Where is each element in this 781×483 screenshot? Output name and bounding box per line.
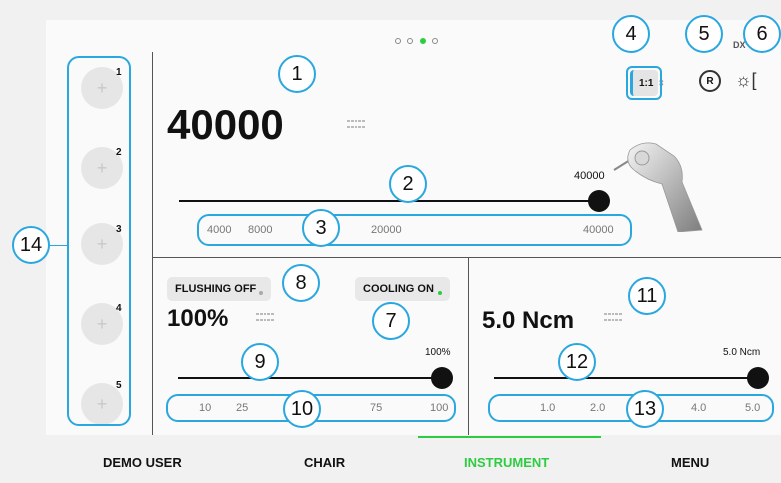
callout-4: 4 xyxy=(612,15,650,53)
pager-dot-1[interactable] xyxy=(395,38,401,44)
speed-max-label: 40000 xyxy=(574,170,605,182)
callout-3: 3 xyxy=(302,209,340,247)
flushing-value[interactable]: 100% xyxy=(167,305,228,333)
divider-left xyxy=(152,52,153,435)
torque-slider-track[interactable] xyxy=(494,377,759,379)
speed-slider-track[interactable] xyxy=(179,200,599,202)
light-icon[interactable]: ☼[ xyxy=(735,70,757,91)
divider-middle xyxy=(152,257,781,258)
torque-max-label: 5.0 Ncm xyxy=(723,347,761,358)
pager-dot-4[interactable] xyxy=(432,38,438,44)
cooling-status-dot xyxy=(437,291,442,295)
callout-6: 6 xyxy=(743,15,781,53)
rotation-reverse-icon[interactable]: R xyxy=(699,70,721,92)
nav-menu[interactable]: MENU xyxy=(671,455,709,470)
divider-center xyxy=(468,257,469,435)
speed-slider-knob[interactable] xyxy=(588,190,610,212)
callout-9: 9 xyxy=(241,343,279,381)
flushing-slider-track[interactable] xyxy=(178,377,443,379)
callout-5: 5 xyxy=(685,15,723,53)
torque-value[interactable]: 5.0 Ncm xyxy=(482,307,574,335)
nav-chair[interactable]: CHAIR xyxy=(304,455,345,470)
nav-demo-user[interactable]: DEMO USER xyxy=(103,455,182,470)
callout-14-connector xyxy=(50,245,67,246)
callout-12: 12 xyxy=(558,343,596,381)
callout-11: 11 xyxy=(628,277,666,315)
nav-instrument[interactable]: INSTRUMENT xyxy=(464,455,549,470)
keyboard-icon[interactable] xyxy=(347,120,365,130)
handpiece-image xyxy=(613,142,703,232)
cooling-toggle[interactable]: COOLING ON xyxy=(355,277,450,301)
callout-1: 1 xyxy=(278,55,316,93)
pager-dot-3[interactable] xyxy=(420,38,426,44)
speed-value[interactable]: 40000 xyxy=(167,101,284,149)
torque-slider-knob[interactable] xyxy=(747,367,769,389)
speed-scale-highlight xyxy=(197,214,632,246)
flushing-max-label: 100% xyxy=(425,347,451,358)
ratio-highlight xyxy=(626,66,662,100)
nav-active-indicator xyxy=(418,436,601,438)
callout-14: 14 xyxy=(12,226,50,264)
keyboard-icon[interactable] xyxy=(256,313,274,323)
presets-highlight xyxy=(67,56,131,426)
callout-2: 2 xyxy=(389,165,427,203)
keyboard-icon[interactable] xyxy=(604,313,622,323)
pager-dot-2[interactable] xyxy=(407,38,413,44)
callout-7: 7 xyxy=(372,302,410,340)
flushing-status-dot xyxy=(259,291,264,295)
callout-10: 10 xyxy=(283,390,321,428)
flushing-toggle[interactable]: FLUSHING OFF xyxy=(167,277,272,301)
callout-13: 13 xyxy=(626,390,664,428)
callout-8: 8 xyxy=(282,264,320,302)
flushing-slider-knob[interactable] xyxy=(431,367,453,389)
